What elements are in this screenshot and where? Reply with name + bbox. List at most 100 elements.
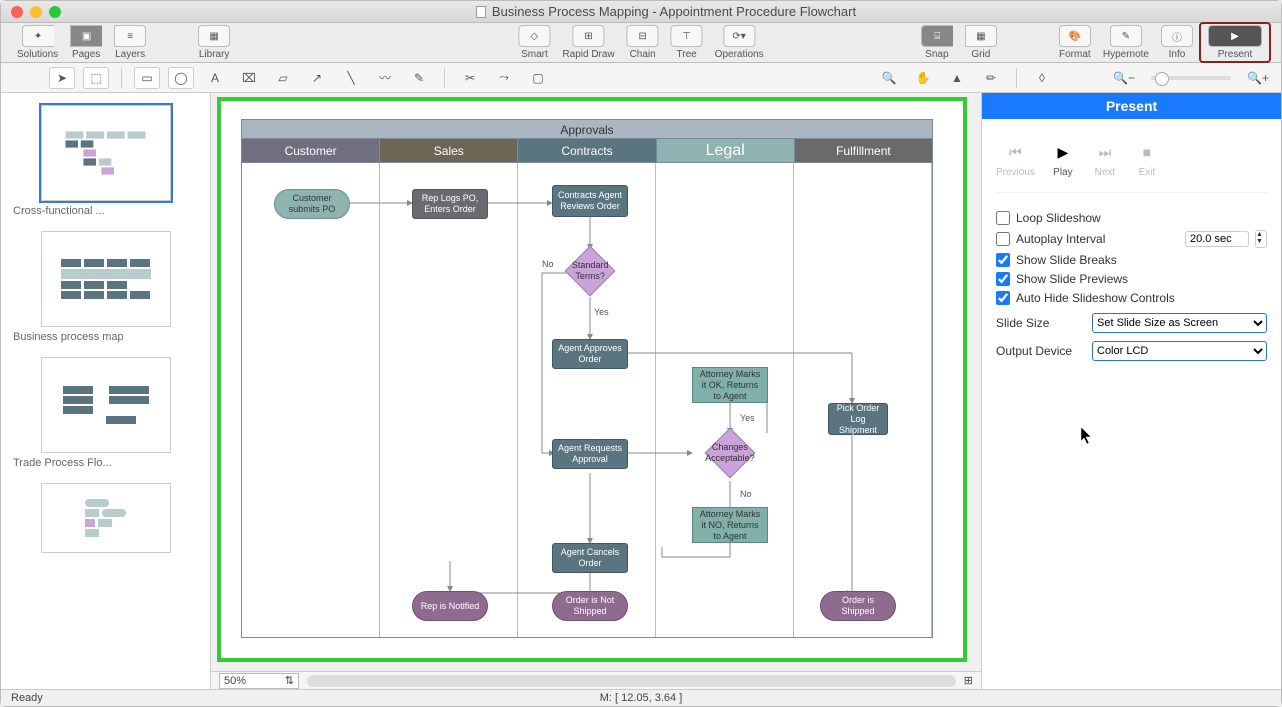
hypernote-button[interactable]: ✎Hypernote (1097, 25, 1155, 60)
eraser-tool[interactable]: ◊ (1029, 67, 1055, 89)
slide-size-select[interactable]: Set Slide Size as Screen (1092, 313, 1267, 333)
node-rep-notified[interactable]: Rep is Notified (412, 591, 488, 621)
node-pick-order[interactable]: Pick Order Log Shipment (828, 403, 888, 435)
layers-button[interactable]: ≡Layers (108, 25, 152, 60)
format-button[interactable]: 🎨Format (1053, 25, 1097, 60)
canvas-scroll[interactable]: Approvals Customer Sales Contracts Legal… (211, 93, 981, 671)
zoom-out-icon[interactable]: 🔍− (1111, 67, 1137, 89)
zoom-in-icon[interactable]: 🔍+ (1245, 67, 1271, 89)
chain-button[interactable]: ⊟Chain (621, 25, 665, 60)
previous-button[interactable]: ⏮Previous (996, 141, 1035, 178)
previews-checkbox[interactable] (996, 272, 1010, 286)
text-tool[interactable]: A (202, 67, 228, 89)
tree-button[interactable]: ⊤Tree (665, 25, 709, 60)
canvas-page[interactable]: Approvals Customer Sales Contracts Legal… (217, 97, 967, 662)
hand-tool[interactable]: ✋ (910, 67, 936, 89)
node-agent-requests[interactable]: Agent Requests Approval (552, 439, 628, 469)
rapid-draw-button[interactable]: ⊞Rapid Draw (556, 25, 620, 60)
zoom-select[interactable]: 50%⇅ (219, 673, 299, 689)
eyedropper-tool[interactable]: ✂ (457, 67, 483, 89)
node-contracts-review[interactable]: Contracts Agent Reviews Order (552, 185, 628, 217)
ellipse-tool[interactable]: ◯ (168, 67, 194, 89)
page-thumb-1[interactable] (41, 105, 171, 201)
loop-checkbox[interactable] (996, 211, 1010, 225)
operations-button[interactable]: ⟳▾Operations (709, 25, 770, 60)
zoom-tool[interactable]: 🔍 (876, 67, 902, 89)
lane-header-sales: Sales (380, 139, 518, 162)
node-agent-approves[interactable]: Agent Approves Order (552, 339, 628, 369)
thumb2-label: Business process map (13, 331, 202, 343)
lane-header-customer: Customer (242, 139, 380, 162)
document-icon (476, 6, 486, 18)
label-yes2: Yes (740, 413, 755, 423)
present-button[interactable]: ▶Present (1202, 25, 1268, 60)
page-thumb-4[interactable] (41, 483, 171, 553)
connector-tool[interactable]: ⤳ (491, 67, 517, 89)
status-bar: Ready M: [ 12.05, 3.64 ] (1, 689, 1281, 706)
page-thumb-3[interactable] (41, 357, 171, 453)
callout-tool[interactable]: ▱ (270, 67, 296, 89)
fit-icon[interactable]: ⊞ (964, 674, 973, 687)
lane-customer (242, 163, 380, 637)
autohide-label: Auto Hide Slideshow Controls (1016, 291, 1175, 305)
status-ready: Ready (11, 692, 43, 704)
library-button[interactable]: ▦Library (192, 25, 236, 60)
thumb3-label: Trade Process Flo... (13, 457, 202, 469)
node-shipped[interactable]: Order is Shipped (820, 591, 896, 621)
thumb1-label: Cross-functional ... (13, 205, 202, 217)
arrow-tool[interactable]: ↗ (304, 67, 330, 89)
present-panel: Present ⏮Previous ▶Play ⏭Next ■Exit Loop… (981, 93, 1281, 689)
loop-label: Loop Slideshow (1016, 211, 1101, 225)
canvas-bottom-bar: 50%⇅ ⊞ (211, 671, 981, 689)
autohide-checkbox[interactable] (996, 291, 1010, 305)
page-thumb-2[interactable] (41, 231, 171, 327)
play-button[interactable]: ▶Play (1049, 141, 1077, 178)
line-tool[interactable]: ╲ (338, 67, 364, 89)
label-yes1: Yes (594, 307, 609, 317)
minimize-window-button[interactable] (30, 6, 42, 18)
node-agent-cancels[interactable]: Agent Cancels Order (552, 543, 628, 573)
status-mouse: M: [ 12.05, 3.64 ] (600, 692, 683, 704)
node-not-shipped[interactable]: Order is Not Shipped (552, 591, 628, 621)
lane-header-contracts: Contracts (518, 139, 656, 162)
textbox-tool[interactable]: ⌧ (236, 67, 262, 89)
select-tool[interactable]: ⬚ (83, 67, 109, 89)
maximize-window-button[interactable] (49, 6, 61, 18)
grid-button[interactable]: ▦Grid (959, 25, 1003, 60)
smart-button[interactable]: ◇Smart (512, 25, 556, 60)
interval-stepper[interactable]: ▲▼ (1255, 230, 1267, 248)
horizontal-scrollbar[interactable] (307, 675, 956, 687)
breaks-checkbox[interactable] (996, 253, 1010, 267)
snap-button[interactable]: ⌸Snap (915, 25, 959, 60)
crop-tool[interactable]: ▢ (525, 67, 551, 89)
title-label: Business Process Mapping - Appointment P… (492, 4, 856, 19)
autoplay-label: Autoplay Interval (1016, 232, 1179, 246)
node-attorney-no[interactable]: Attorney Marks it NO, Returns to Agent (692, 507, 768, 543)
info-button[interactable]: ⓘInfo (1155, 25, 1199, 60)
interval-input[interactable] (1185, 231, 1249, 247)
zoom-slider[interactable] (1151, 76, 1231, 80)
output-device-label: Output Device (996, 344, 1084, 358)
node-customer-po[interactable]: Customer submits PO (274, 189, 350, 219)
next-button[interactable]: ⏭Next (1091, 141, 1119, 178)
close-window-button[interactable] (11, 6, 23, 18)
exit-button[interactable]: ■Exit (1133, 141, 1161, 178)
lane-header-legal: Legal (657, 139, 795, 162)
highlight-tool[interactable]: ✏ (978, 67, 1004, 89)
node-attorney-ok[interactable]: Attorney Marks it OK, Returns to Agent (692, 367, 768, 403)
breaks-label: Show Slide Breaks (1016, 253, 1117, 267)
curve-tool[interactable]: 〰 (372, 67, 398, 89)
stamp-tool[interactable]: ▲ (944, 67, 970, 89)
pointer-tool[interactable]: ➤ (49, 67, 75, 89)
brush-tool[interactable]: ✎ (406, 67, 432, 89)
solutions-button[interactable]: ✦Solutions (11, 25, 64, 60)
rect-tool[interactable]: ▭ (134, 67, 160, 89)
autoplay-checkbox[interactable] (996, 232, 1010, 246)
output-device-select[interactable]: Color LCD (1092, 341, 1267, 361)
shape-toolbar: ➤ ⬚ ▭ ◯ A ⌧ ▱ ↗ ╲ 〰 ✎ ✂ ⤳ ▢ 🔍 ✋ ▲ ✏ ◊ 🔍−… (1, 63, 1281, 93)
pages-button[interactable]: ▣Pages (64, 25, 108, 60)
pages-sidebar[interactable]: Cross-functional ... Business process ma… (1, 93, 211, 689)
title-bar: Business Process Mapping - Appointment P… (1, 1, 1281, 23)
slide-size-label: Slide Size (996, 316, 1084, 330)
node-rep-logs[interactable]: Rep Logs PO, Enters Order (412, 189, 488, 219)
